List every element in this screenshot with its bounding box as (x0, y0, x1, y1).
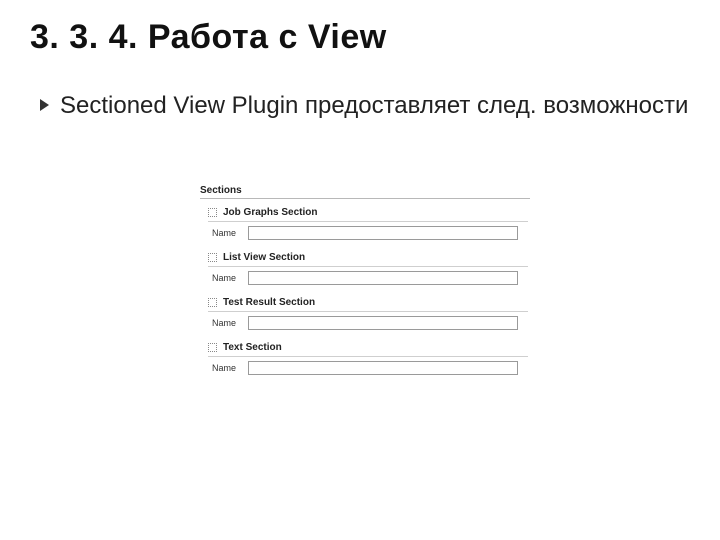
name-input[interactable] (248, 271, 518, 285)
section-header: Job Graphs Section (208, 207, 540, 218)
field-row: Name (212, 361, 540, 375)
name-input[interactable] (248, 316, 518, 330)
bullet-text: Sectioned View Plugin предоставляет след… (60, 90, 688, 122)
slide: 3. 3. 4. Работа с View Sectioned View Pl… (0, 0, 720, 540)
name-input[interactable] (248, 226, 518, 240)
section-header: Text Section (208, 342, 540, 353)
field-label: Name (212, 363, 242, 373)
bullet-item: Sectioned View Plugin предоставляет след… (40, 90, 690, 122)
section-header: List View Section (208, 252, 540, 263)
divider (200, 198, 530, 199)
embedded-screenshot: Sections Job Graphs Section Name List Vi… (200, 185, 540, 387)
page-title: 3. 3. 4. Работа с View (30, 18, 387, 57)
drag-handle-icon[interactable] (208, 343, 217, 352)
section-block: Test Result Section Name (200, 297, 540, 330)
field-label: Name (212, 228, 242, 238)
section-title: Text Section (223, 342, 282, 353)
divider (208, 266, 528, 267)
field-row: Name (212, 271, 540, 285)
section-title: Test Result Section (223, 297, 315, 308)
section-title: List View Section (223, 252, 305, 263)
drag-handle-icon[interactable] (208, 208, 217, 217)
drag-handle-icon[interactable] (208, 298, 217, 307)
name-input[interactable] (248, 361, 518, 375)
sections-heading: Sections (200, 185, 540, 196)
section-block: Job Graphs Section Name (200, 207, 540, 240)
section-block: List View Section Name (200, 252, 540, 285)
section-block: Text Section Name (200, 342, 540, 375)
field-label: Name (212, 318, 242, 328)
field-row: Name (212, 226, 540, 240)
section-header: Test Result Section (208, 297, 540, 308)
divider (208, 356, 528, 357)
drag-handle-icon[interactable] (208, 253, 217, 262)
field-label: Name (212, 273, 242, 283)
section-title: Job Graphs Section (223, 207, 317, 218)
divider (208, 311, 528, 312)
triangle-right-icon (40, 98, 50, 116)
divider (208, 221, 528, 222)
field-row: Name (212, 316, 540, 330)
